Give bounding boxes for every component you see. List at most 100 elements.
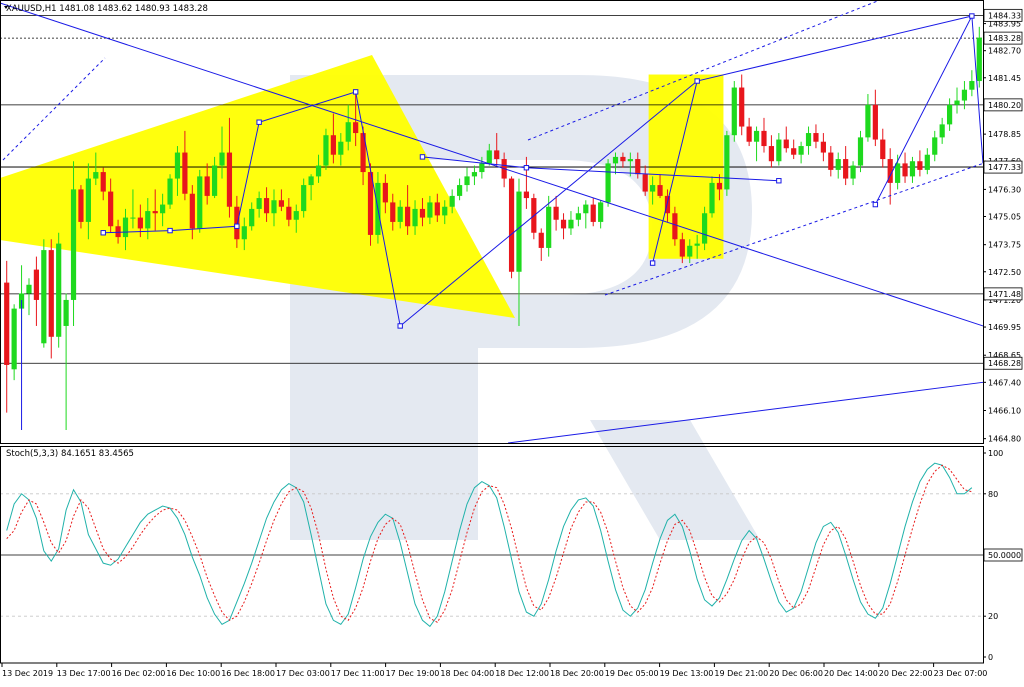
candle-body bbox=[932, 137, 938, 155]
candle bbox=[78, 185, 84, 229]
candle-body bbox=[271, 200, 277, 214]
candle-body bbox=[4, 282, 10, 365]
y-tick-label: 1478.85 bbox=[988, 130, 1021, 139]
candle-body bbox=[538, 232, 544, 248]
candle-body bbox=[590, 204, 596, 222]
swing-marker bbox=[776, 178, 782, 184]
candle-body bbox=[976, 37, 982, 82]
candle-body bbox=[315, 165, 322, 177]
candle-body bbox=[145, 211, 151, 229]
candle-body bbox=[219, 152, 225, 166]
candle-body bbox=[753, 130, 760, 142]
candle-body bbox=[397, 206, 403, 222]
candle-body bbox=[583, 204, 589, 214]
candle-body bbox=[160, 204, 166, 214]
candle bbox=[508, 176, 515, 279]
candle-body bbox=[63, 299, 69, 326]
candle-body bbox=[872, 104, 878, 140]
y-tick-label: 1466.10 bbox=[988, 406, 1021, 415]
candle bbox=[11, 304, 17, 381]
candle-body bbox=[48, 250, 54, 337]
candle-body bbox=[575, 213, 581, 220]
candle bbox=[56, 232, 62, 348]
candle-body bbox=[568, 219, 574, 229]
candle-body bbox=[204, 176, 210, 196]
swing-marker bbox=[419, 154, 426, 160]
candle bbox=[531, 193, 537, 240]
candle-body bbox=[256, 198, 262, 209]
candle-body bbox=[486, 150, 492, 164]
price-label: 1480.20 bbox=[988, 101, 1021, 110]
candle-body bbox=[612, 156, 619, 164]
candle-body bbox=[969, 81, 975, 90]
candle-body bbox=[100, 172, 106, 192]
stoch-y-tick-label: 50.0000 bbox=[988, 551, 1021, 560]
candle-body bbox=[70, 189, 77, 300]
candle-body bbox=[620, 156, 626, 162]
candle-body bbox=[278, 200, 285, 207]
candle-body bbox=[182, 152, 188, 194]
y-tick-label: 1482.70 bbox=[988, 47, 1021, 56]
candle-body bbox=[902, 163, 908, 177]
y-tick-label: 1469.95 bbox=[988, 323, 1021, 332]
candle-body bbox=[657, 185, 663, 196]
candle-body bbox=[108, 191, 114, 227]
candle-body bbox=[739, 87, 745, 127]
candle-body bbox=[263, 198, 270, 214]
candle-body bbox=[197, 176, 203, 229]
y-tick-label: 1475.05 bbox=[988, 212, 1021, 221]
candle-body bbox=[672, 213, 678, 240]
candle-body bbox=[412, 208, 418, 227]
candle bbox=[605, 159, 611, 207]
x-tick-label: 16 Dec 10:00 bbox=[166, 669, 220, 678]
candle-body bbox=[798, 146, 804, 155]
candle-body bbox=[746, 126, 752, 142]
candle bbox=[701, 206, 708, 251]
y-tick-label: 1467.40 bbox=[988, 378, 1021, 387]
candle-body bbox=[508, 178, 515, 272]
candle-body bbox=[850, 165, 856, 179]
x-tick-label: 20 Dec 22:00 bbox=[879, 669, 933, 678]
candle bbox=[731, 81, 737, 142]
swing-marker bbox=[969, 13, 975, 19]
candle-body bbox=[895, 163, 901, 183]
candle-body bbox=[909, 161, 916, 177]
candle-body bbox=[33, 269, 40, 300]
candle-body bbox=[130, 217, 136, 219]
candle-body bbox=[716, 182, 723, 190]
candle-body bbox=[650, 185, 656, 192]
candle-body bbox=[939, 124, 945, 138]
candle-body bbox=[494, 150, 500, 160]
candle-body bbox=[946, 104, 953, 125]
stoch-y-tick-label: 0 bbox=[988, 653, 993, 662]
candle-body bbox=[330, 135, 336, 155]
candle-body bbox=[93, 172, 99, 179]
swing-marker bbox=[352, 89, 359, 95]
swing-marker bbox=[694, 78, 700, 84]
candle-body bbox=[85, 178, 91, 222]
candle-body bbox=[687, 245, 693, 257]
candle-body bbox=[308, 176, 314, 186]
candle-body bbox=[152, 211, 158, 214]
candle-body bbox=[390, 202, 396, 222]
candle-body bbox=[353, 122, 359, 134]
swing-marker bbox=[397, 323, 403, 329]
x-tick-label: 19 Dec 05:00 bbox=[605, 669, 659, 678]
x-tick-label: 17 Dec 19:00 bbox=[386, 669, 440, 678]
candle-body bbox=[286, 206, 292, 220]
candle-body bbox=[382, 182, 388, 203]
y-tick-label: 1473.75 bbox=[988, 241, 1021, 250]
candle-body bbox=[241, 226, 247, 240]
candle-body bbox=[516, 191, 522, 272]
x-tick-label: 19 Dec 21:00 bbox=[714, 669, 768, 678]
candle-body bbox=[805, 133, 812, 147]
stoch-y-tick-label: 100 bbox=[988, 449, 1003, 458]
candle-body bbox=[167, 178, 173, 205]
candle bbox=[197, 169, 203, 233]
candle-body bbox=[456, 185, 463, 196]
swing-marker bbox=[100, 230, 106, 236]
candle-body bbox=[880, 139, 886, 160]
candle-body bbox=[709, 182, 715, 214]
pattern-rectangle bbox=[648, 74, 724, 259]
candle-body bbox=[776, 139, 782, 162]
